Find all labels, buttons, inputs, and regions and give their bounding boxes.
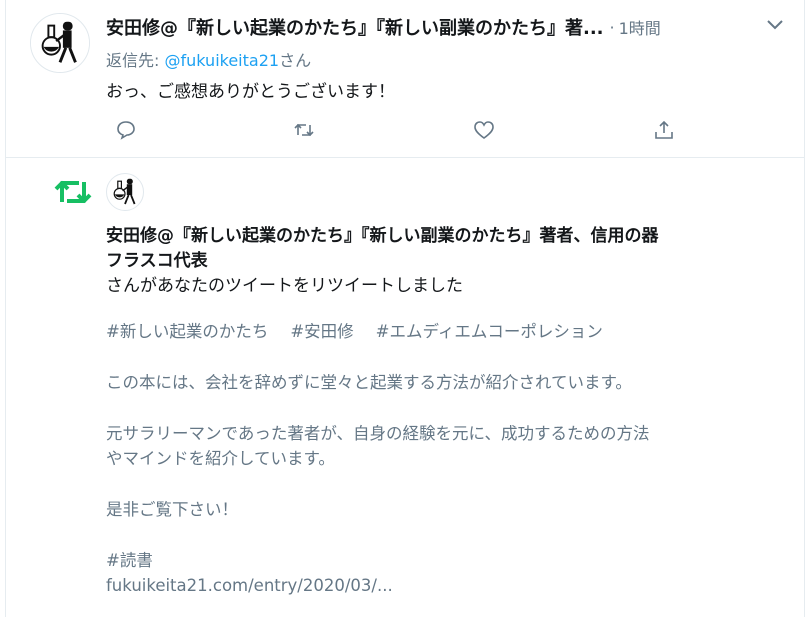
chevron-down-icon[interactable]: [766, 18, 784, 32]
reply-icon: [117, 121, 135, 140]
reply-to-line: 返信先: @fukuikeita21さん: [106, 47, 311, 71]
tweet-line: この本には、会社を辞めずに堂々と起業する方法が紹介されています。: [106, 373, 632, 392]
tweet-actions: [106, 116, 686, 144]
timeline-column: 安田修@『新しい起業のかたち』『新しい副業のかたち』著... · 1時間 返信先: …: [5, 0, 805, 617]
tweet-line: 元サラリーマンであった著者が、自身の経験を元に、成功するための方法: [106, 424, 650, 443]
tweet-line: 是非ご覧下さい！: [106, 500, 238, 519]
hashtag-row: #新しい起業のかたち #安田修 #エムディエムコーポレション: [106, 319, 786, 344]
flask-person-logo-icon: [113, 178, 136, 205]
retweeted-tweet[interactable]: #新しい起業のかたち #安田修 #エムディエムコーポレション この本には、会社を辞め…: [106, 319, 786, 598]
retweeter-name-cont[interactable]: フラスコ代表: [106, 251, 208, 271]
mention-link[interactable]: @fukuikeita21: [165, 51, 280, 70]
hashtag-link[interactable]: #新しい起業のかたち: [106, 322, 268, 341]
retweet-icon: [54, 181, 92, 203]
reply-to-suffix: さん: [279, 51, 312, 70]
hashtag-link[interactable]: #エムディエムコーポレション: [376, 322, 603, 341]
flask-person-logo-icon: [31, 14, 89, 72]
like-icon: [474, 121, 494, 139]
retweet-icon: [294, 123, 314, 137]
avatar[interactable]: [106, 173, 144, 211]
share-button[interactable]: [650, 116, 678, 144]
share-icon: [655, 120, 673, 139]
tweet-line: やマインドを紹介しています。: [106, 449, 335, 468]
reply-to-label: 返信先:: [106, 51, 160, 70]
notification-action: さんがあなたのツイートをリツイートしました: [106, 276, 463, 296]
tweet-header: 安田修@『新しい起業のかたち』『新しい副業のかたち』著... · 1時間: [106, 14, 726, 42]
reply-tweet[interactable]: 安田修@『新しい起業のかたち』『新しい副業のかたち』著... · 1時間 返信先: …: [6, 0, 804, 158]
hashtag-link[interactable]: #読書: [106, 548, 786, 573]
timestamp[interactable]: 1時間: [619, 19, 661, 38]
retweet-button[interactable]: [290, 116, 318, 144]
reply-button[interactable]: [112, 116, 140, 144]
separator: ·: [609, 17, 615, 37]
like-button[interactable]: [470, 116, 498, 144]
url-link[interactable]: fukuikeita21.com/entry/2020/03/...: [106, 573, 786, 598]
hashtag-link[interactable]: #安田修: [290, 322, 353, 341]
notification-text: 安田修@『新しい起業のかたち』『新しい副業のかたち』著者、信用の器 フラスコ代表…: [106, 224, 796, 299]
retweeter-name[interactable]: 安田修@『新しい起業のかたち』『新しい副業のかたち』著者、信用の器: [106, 226, 659, 246]
tweet-text: おっ、ご感想ありがとうございます！: [106, 82, 395, 102]
retweet-notification[interactable]: 安田修@『新しい起業のかたち』『新しい副業のかたち』著者、信用の器 フラスコ代表…: [6, 157, 804, 617]
author-name[interactable]: 安田修@『新しい起業のかたち』『新しい副業のかたち』著...: [106, 14, 604, 40]
avatar[interactable]: [30, 13, 90, 73]
